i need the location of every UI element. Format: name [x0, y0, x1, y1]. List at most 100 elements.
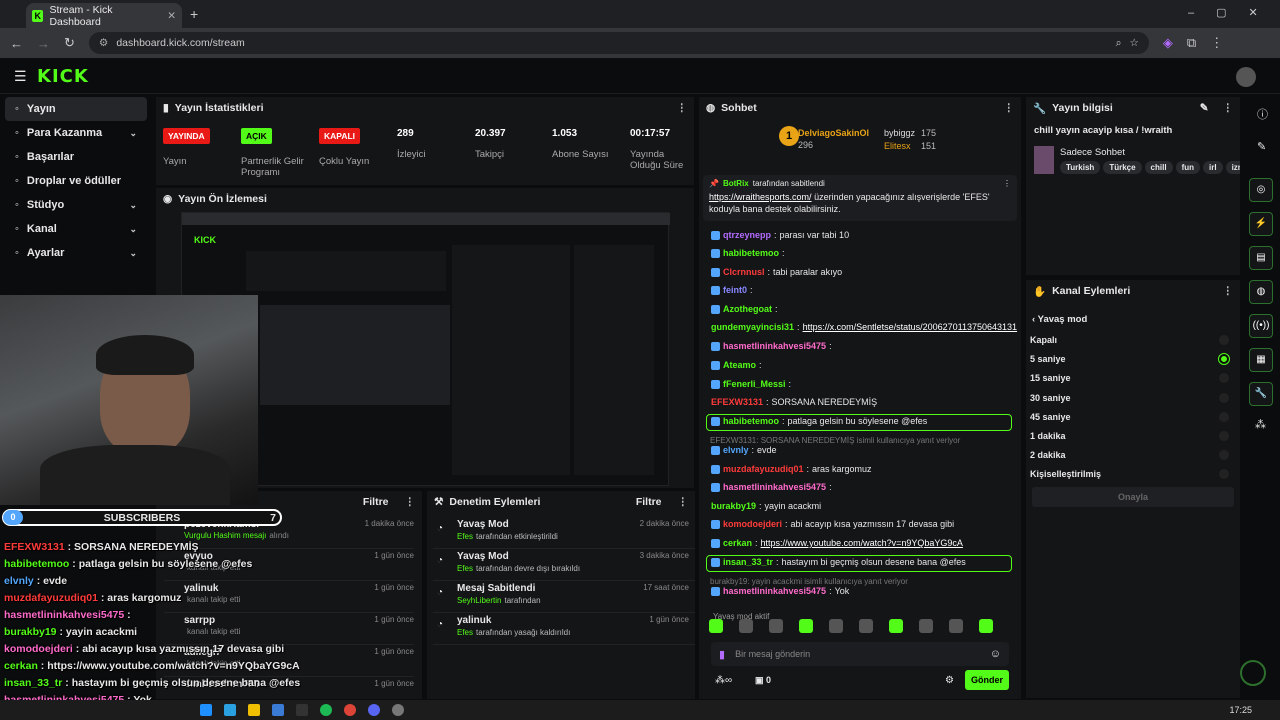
chat-username[interactable]: elvnly — [723, 445, 749, 455]
chat-message[interactable]: feint0: — [711, 285, 756, 295]
slowmode-option[interactable]: Kapalı — [1030, 335, 1235, 345]
notes-icon[interactable]: ▤ — [1249, 246, 1273, 270]
activity-row[interactable]: sarrpp kanalı takip etti 1 gün önce — [164, 613, 414, 645]
slowmode-option[interactable]: 2 dakika — [1030, 450, 1235, 461]
chat-username[interactable]: gundemyayincisi31 — [711, 322, 794, 332]
mod-action-row[interactable]: ◔ Yavaş Mod Efes tarafından etkinleştirildi… — [433, 517, 695, 549]
chat-input[interactable]: ▮ Bir mesaj gönderin ☺ — [711, 642, 1009, 666]
address-bar[interactable]: ⚙ dashboard.kick.com/stream ⌕ ☆ — [88, 32, 1149, 54]
confirm-button[interactable]: Onayla — [1032, 487, 1234, 507]
info-icon[interactable]: ⓘ — [1257, 106, 1268, 122]
tag[interactable]: Turkish — [1060, 161, 1101, 174]
chat-username[interactable]: feint0 — [723, 285, 747, 295]
chat-message[interactable]: habibetemoo: — [711, 248, 788, 258]
mod-action-row[interactable]: ◔ Yavaş Mod Efes tarafından devre dışı bıra… — [433, 549, 695, 581]
chat-username[interactable]: habibetemoo — [723, 248, 779, 258]
sidebar-item-3[interactable]: ◦ Droplar ve ödüller — [5, 169, 147, 193]
points-icon[interactable]: ⁂∞ — [715, 675, 732, 686]
pinned-by[interactable]: BotRix — [723, 179, 749, 188]
tag[interactable]: irl — [1203, 161, 1223, 174]
chat-message[interactable]: qtrzeynepp: parası var tabi 10 — [711, 230, 849, 240]
chat-username[interactable]: qtrzeynepp — [723, 230, 771, 240]
radio-icon[interactable] — [1219, 431, 1229, 441]
explorer-icon[interactable] — [248, 704, 260, 716]
radio-icon[interactable] — [1219, 392, 1229, 403]
puzzle-icon[interactable]: ⧉ — [1187, 35, 1196, 51]
chat-username[interactable]: Azothegoat — [723, 304, 772, 314]
window-controls[interactable]: –▢✕ — [1188, 6, 1280, 19]
activity-menu-icon[interactable]: ⋮ — [405, 496, 416, 508]
chat-username[interactable]: hasmetlininkahvesi5475 — [723, 341, 826, 351]
channel-points[interactable]: ▣ 0 — [755, 675, 771, 686]
reload-icon[interactable]: ↻ — [64, 35, 75, 51]
hamburger-menu-icon[interactable]: ☰ — [14, 68, 27, 85]
mod-action-who[interactable]: Efes — [457, 532, 473, 541]
emote-icon[interactable] — [979, 619, 993, 633]
emote-icon[interactable] — [769, 619, 783, 633]
emote-icon[interactable] — [709, 619, 723, 633]
chevron-down-icon[interactable]: ⌄ — [129, 128, 137, 139]
chat-settings-icon[interactable]: ⚙ — [945, 675, 954, 686]
slowmode-option[interactable]: 15 saniye — [1030, 373, 1235, 384]
avatar[interactable] — [1236, 67, 1256, 87]
chrome-icon[interactable] — [344, 704, 356, 716]
mod-action-who[interactable]: Efes — [457, 564, 473, 573]
emote-bar[interactable] — [709, 619, 1009, 635]
terminal-icon[interactable] — [296, 704, 308, 716]
send-button[interactable]: Gönder — [965, 670, 1009, 690]
chat-message[interactable]: komodoejderi: abi acayıp kısa yazmıssın 1… — [711, 519, 954, 529]
sidebar-item-4[interactable]: ◦ Stüdyo ⌄ — [5, 193, 147, 217]
windows-start-icon[interactable] — [200, 704, 212, 716]
chat-username[interactable]: cerkan — [723, 538, 752, 548]
unpin-icon[interactable]: ⋮ — [1003, 179, 1011, 188]
tag[interactable]: Türkçe — [1103, 161, 1142, 174]
kick-logo[interactable]: KICK — [37, 66, 89, 87]
pencil-icon[interactable]: ✎ — [1257, 140, 1266, 153]
spotify-icon[interactable] — [320, 704, 332, 716]
slowmode-option[interactable]: 30 saniye — [1030, 392, 1235, 403]
slowmode-option[interactable]: 5 saniye — [1030, 353, 1235, 366]
chat-message[interactable]: Ateamo: — [711, 360, 765, 370]
emote-icon[interactable] — [739, 619, 753, 633]
chat-username[interactable]: fFenerli_Messi — [723, 379, 786, 389]
tag[interactable]: chill — [1144, 161, 1173, 174]
camera-icon[interactable]: ◎ — [1249, 178, 1273, 202]
chat-username[interactable]: komodoejderi — [723, 519, 782, 529]
chat-username[interactable]: muzdafayuzudiq01 — [723, 464, 804, 474]
top-gifter-1[interactable]: DelviagoSakinOl — [798, 128, 869, 138]
chat-message[interactable]: Azothegoat: — [711, 304, 781, 314]
mic-icon[interactable]: ▮ — [719, 648, 725, 661]
close-tab-icon[interactable]: ✕ — [167, 10, 176, 22]
chat-username[interactable]: Ateamo — [723, 360, 756, 370]
chat-message[interactable]: muzdafayuzudiq01: aras kargomuz — [711, 464, 872, 474]
emote-icon[interactable] — [919, 619, 933, 633]
mod-action-row[interactable]: ◔ Mesaj Sabitlendi SeyhLibertin tarafından 1… — [433, 581, 695, 613]
mod-action-who[interactable]: SeyhLibertin — [457, 596, 501, 605]
site-info-icon[interactable]: ⚙ — [99, 37, 108, 49]
chat-message[interactable]: EFEXW3131: SORSANA NEREDEYMİŞ — [711, 397, 877, 407]
pinned-link[interactable]: https://wraithesports.com/ — [709, 192, 812, 202]
category-thumbnail[interactable] — [1034, 146, 1054, 174]
edge-icon[interactable] — [224, 704, 236, 716]
sidebar-item-1[interactable]: ◦ Para Kazanma ⌄ — [5, 121, 147, 145]
chevron-down-icon[interactable]: ⌄ — [129, 200, 137, 211]
chat-message[interactable]: cerkan: https://www.youtube.com/watch?v=n… — [711, 538, 963, 548]
emote-icon[interactable] — [859, 619, 873, 633]
chat-message[interactable]: elvnly: evde — [711, 445, 777, 455]
browser-tab[interactable]: K Stream - Kick Dashboard ✕ — [26, 3, 182, 28]
sidebar-item-6[interactable]: ◦ Ayarlar ⌄ — [5, 241, 147, 265]
emote-icon[interactable] — [799, 619, 813, 633]
activity-filter-button[interactable]: Filtre — [363, 496, 389, 508]
mod-action-who[interactable]: Efes — [457, 628, 473, 637]
bookmark-star-icon[interactable]: ☆ — [1129, 37, 1138, 49]
tag[interactable]: fun — [1175, 161, 1200, 174]
chat-message[interactable]: hasmetlininkahvesi5475: — [711, 341, 835, 351]
edit-icon[interactable]: ✎ — [1200, 102, 1209, 114]
slowmode-option[interactable]: 1 dakika — [1030, 431, 1235, 441]
wrench-icon[interactable]: 🔧 — [1249, 382, 1273, 406]
status-indicator-icon[interactable] — [1240, 660, 1266, 686]
radio-icon[interactable] — [1219, 373, 1229, 384]
chat-message[interactable]: hasmetlininkahvesi5475: — [711, 482, 835, 492]
sidebar-item-0[interactable]: ◦ Yayın — [5, 97, 147, 121]
top-gifter-2[interactable]: bybiggz — [884, 128, 915, 138]
